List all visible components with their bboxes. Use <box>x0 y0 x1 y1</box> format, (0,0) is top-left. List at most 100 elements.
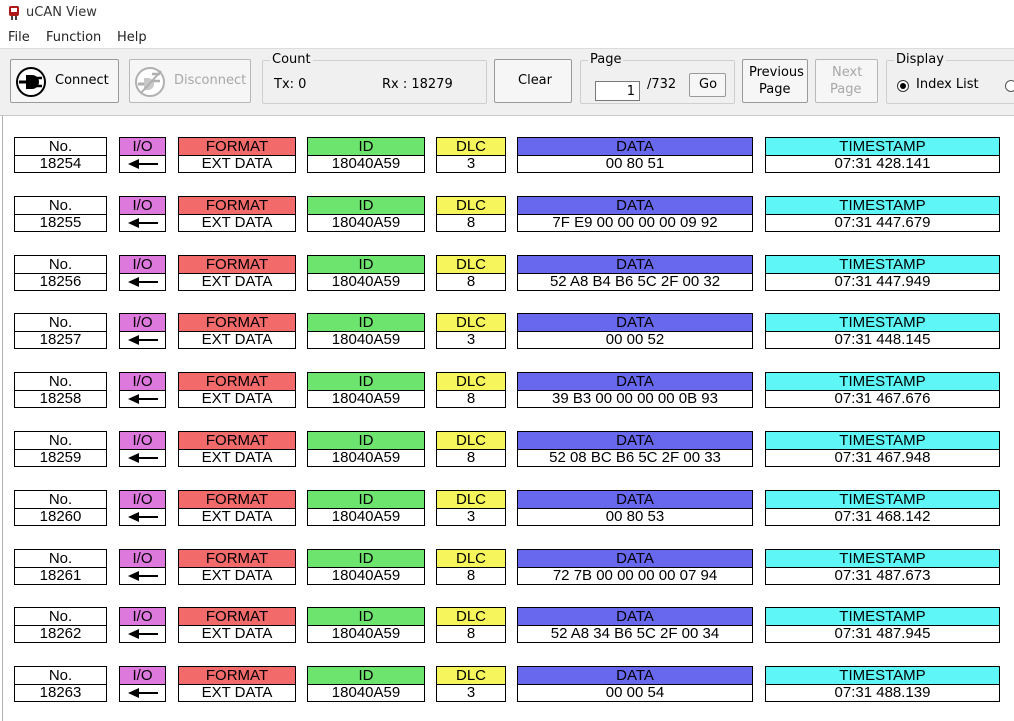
no-value: 18259 <box>39 449 82 466</box>
io-header: I/O <box>120 667 165 686</box>
no-header: No. <box>15 432 106 450</box>
table-row[interactable]: No. 18260 I/O FORMAT EXT DATA ID 18040A59 DLC 3 D… <box>0 489 1014 530</box>
table-row[interactable]: No. 18257 I/O FORMAT EXT DATA ID 18040A59 DLC 3 D… <box>0 313 1014 353</box>
io-header: I/O <box>120 314 165 333</box>
dlc-cell: DLC 3 <box>436 666 506 703</box>
io-cell: I/O <box>119 666 166 703</box>
connect-button[interactable]: Connect <box>10 59 119 103</box>
no-value: 18256 <box>39 272 82 290</box>
second-display-radio[interactable] <box>1005 80 1014 92</box>
id-header: ID <box>308 432 424 450</box>
data-header: DATA <box>518 373 752 392</box>
no-value: 18260 <box>39 507 82 525</box>
no-header: No. <box>15 196 106 215</box>
timestamp-header: TIMESTAMP <box>766 549 999 568</box>
go-label: Go <box>699 77 718 92</box>
format-header: FORMAT <box>179 608 295 627</box>
format-cell: FORMAT EXT DATA <box>178 254 296 291</box>
clear-button[interactable]: Clear <box>494 59 572 103</box>
dlc-cell: DLC 8 <box>436 548 506 585</box>
format-value: EXT DATA <box>201 331 273 349</box>
no-value: 18258 <box>39 390 82 408</box>
timestamp-cell: TIMESTAMP 07:31 447.679 <box>765 195 1000 232</box>
no-header: No. <box>15 608 106 627</box>
id-value: 18040A59 <box>331 684 401 702</box>
table-row[interactable]: No. 18263 I/O FORMAT EXT DATA ID 18040A59 DLC 3 D… <box>0 666 1014 706</box>
display-title: Display <box>894 52 946 67</box>
format-value: EXT DATA <box>201 390 273 408</box>
menu-help[interactable]: Help <box>117 30 147 45</box>
rx-count: Rx : 18279 <box>382 77 453 92</box>
receive-arrow-icon <box>120 567 165 584</box>
id-value: 18040A59 <box>331 272 401 290</box>
io-header: I/O <box>120 373 165 392</box>
data-value: 52 A8 B4 B6 5C 2F 00 32 <box>549 272 721 290</box>
id-cell: ID 18040A59 <box>307 489 425 526</box>
dlc-header: DLC <box>437 549 505 568</box>
format-header: FORMAT <box>179 490 295 509</box>
connect-label: Connect <box>55 73 109 88</box>
data-cell: DATA 00 80 53 <box>517 489 753 526</box>
io-header: I/O <box>120 138 165 156</box>
id-cell: ID 18040A59 <box>307 372 425 409</box>
table-row[interactable]: No. 18262 I/O FORMAT EXT DATA ID 18040A59 DLC 8 D… <box>0 607 1014 647</box>
dlc-value: 8 <box>466 566 476 584</box>
disconnect-button[interactable]: Disconnect <box>129 59 251 103</box>
table-row[interactable]: No. 18258 I/O FORMAT EXT DATA ID 18040A59 DLC 8 D… <box>0 372 1014 412</box>
dlc-header: DLC <box>437 608 505 627</box>
toolbar: Connect Disconnect Count Tx: 0 Rx : 1827… <box>0 48 1014 115</box>
no-cell: No. 18254 <box>14 137 107 173</box>
go-button[interactable]: Go <box>689 73 726 97</box>
timestamp-header: TIMESTAMP <box>766 255 999 274</box>
table-row[interactable]: No. 18256 I/O FORMAT EXT DATA ID 18040A59 DLC 8 D… <box>0 254 1014 295</box>
data-cell: DATA 7F E9 00 00 00 00 09 92 <box>517 195 753 232</box>
id-header: ID <box>308 373 424 392</box>
previous-page-button[interactable]: Previous Page <box>742 59 808 103</box>
io-header: I/O <box>120 490 165 509</box>
format-value: EXT DATA <box>201 155 273 172</box>
timestamp-value: 07:31 448.145 <box>834 331 931 349</box>
count-group: Count Tx: 0 Rx : 18279 <box>262 52 487 104</box>
timestamp-header: TIMESTAMP <box>766 667 999 686</box>
data-value: 00 00 54 <box>605 684 665 702</box>
receive-arrow-icon <box>120 331 165 348</box>
id-header: ID <box>308 490 424 509</box>
id-header: ID <box>308 314 424 333</box>
id-header: ID <box>308 196 424 215</box>
menu-function[interactable]: Function <box>46 30 101 45</box>
count-title: Count <box>270 52 313 67</box>
page-number-input[interactable] <box>595 81 640 101</box>
next-page-button[interactable]: Next Page <box>815 59 878 103</box>
menu-file[interactable]: File <box>8 30 30 45</box>
table-row[interactable]: No. 18261 I/O FORMAT EXT DATA ID 18040A59 DLC 8 D… <box>0 548 1014 589</box>
dlc-cell: DLC 8 <box>436 195 506 232</box>
receive-arrow-icon <box>120 508 165 525</box>
timestamp-header: TIMESTAMP <box>766 138 999 156</box>
disconnect-label: Disconnect <box>174 73 247 88</box>
receive-arrow-icon <box>120 684 165 701</box>
index-list-radio[interactable] <box>897 80 909 92</box>
table-row[interactable]: No. 18259 I/O FORMAT EXT DATA ID 18040A59 DLC 8 D… <box>0 431 1014 471</box>
no-header: No. <box>15 255 106 274</box>
data-header: DATA <box>518 196 752 215</box>
io-header: I/O <box>120 608 165 627</box>
data-value: 52 08 BC B6 5C 2F 00 33 <box>549 449 721 466</box>
dlc-header: DLC <box>437 667 505 686</box>
format-header: FORMAT <box>179 549 295 568</box>
dlc-cell: DLC 3 <box>436 489 506 526</box>
no-header: No. <box>15 549 106 568</box>
format-cell: FORMAT EXT DATA <box>178 137 296 173</box>
id-cell: ID 18040A59 <box>307 195 425 232</box>
io-cell: I/O <box>119 548 166 585</box>
id-value: 18040A59 <box>331 155 401 172</box>
table-row[interactable]: No. 18254 I/O FORMAT EXT DATA ID 18040A59 DLC 3 D… <box>0 137 1014 177</box>
timestamp-header: TIMESTAMP <box>766 608 999 627</box>
table-row[interactable]: No. 18255 I/O FORMAT EXT DATA ID 18040A59 DLC 8 D… <box>0 195 1014 236</box>
previous-page-label-1: Previous <box>749 65 804 80</box>
data-value: 72 7B 00 00 00 00 07 94 <box>552 566 718 584</box>
radio-dot-icon <box>900 83 906 89</box>
data-cell: DATA 00 80 51 <box>517 137 753 173</box>
dlc-cell: DLC 8 <box>436 254 506 291</box>
dlc-header: DLC <box>437 432 505 450</box>
dlc-header: DLC <box>437 314 505 333</box>
